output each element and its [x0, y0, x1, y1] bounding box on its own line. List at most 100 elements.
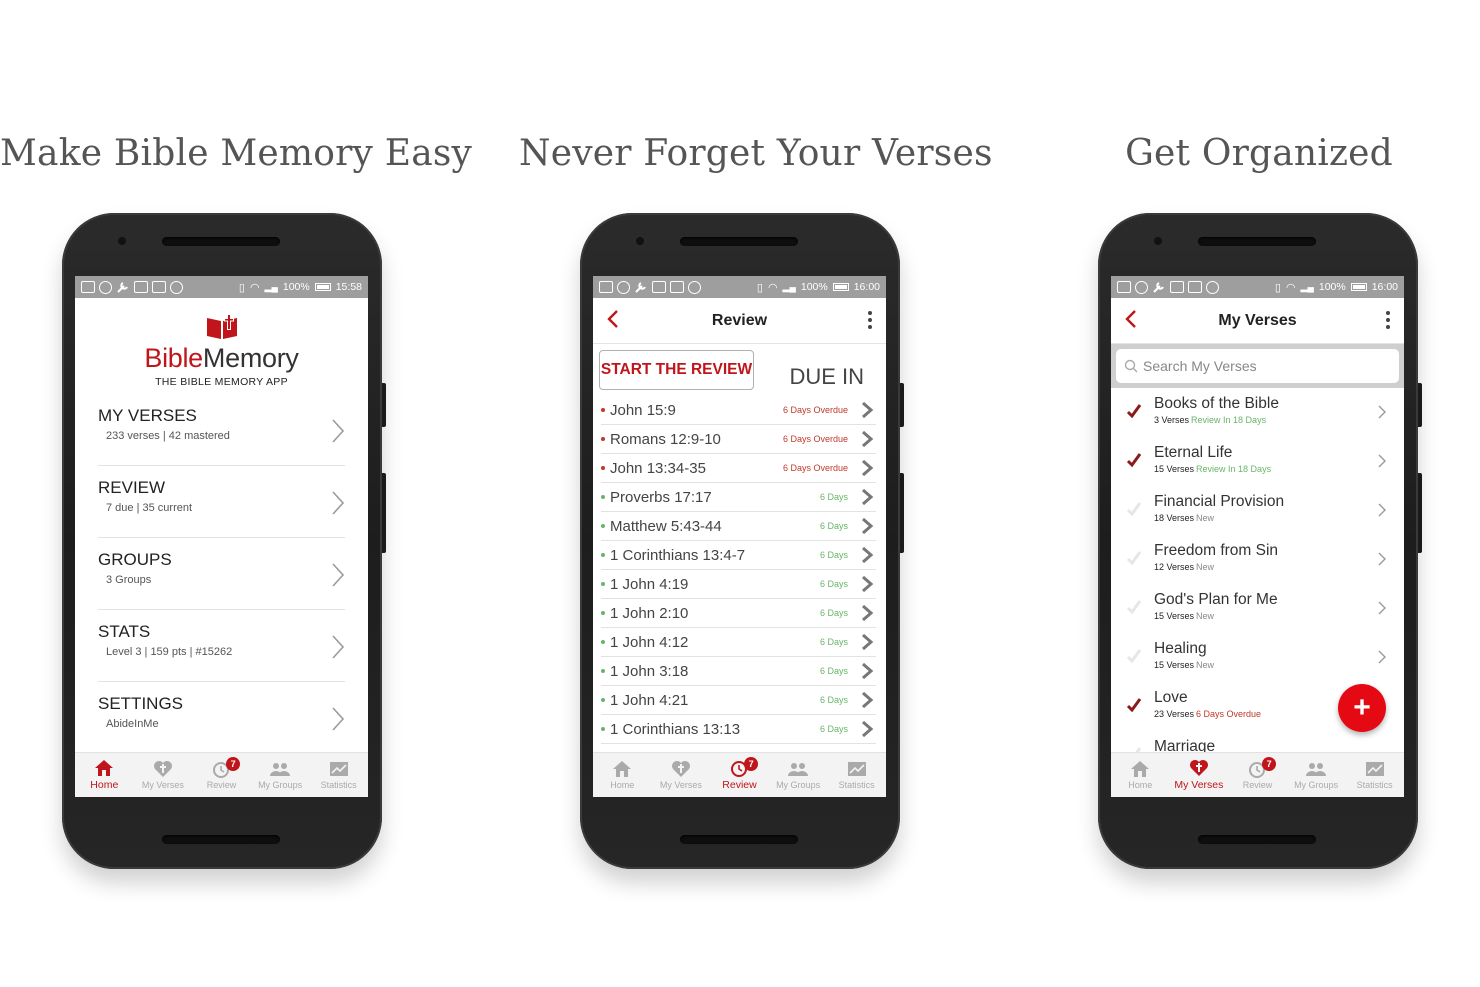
review-row[interactable]: Romans 12:9-10 6 Days Overdue: [601, 425, 876, 454]
checkmark-icon[interactable]: [1126, 403, 1142, 419]
nav-my-groups[interactable]: My Groups: [251, 753, 310, 797]
checkmark-icon[interactable]: [1126, 452, 1142, 468]
due-status: 6 Days: [819, 579, 848, 589]
page-title: Review: [711, 311, 768, 329]
verse-group-row[interactable]: Books of the Bible 3 Verses Review In 18 D…: [1111, 389, 1404, 438]
signal-icon: ▂▄: [1300, 281, 1314, 292]
nav-my-groups[interactable]: My Groups: [1287, 753, 1346, 797]
nav-review[interactable]: Review 7: [710, 753, 769, 797]
bottom-speaker: [680, 835, 798, 844]
heart-cross-icon: [670, 760, 692, 778]
nav-label: Home: [1128, 780, 1153, 790]
chevron-right-icon: [1378, 552, 1386, 566]
verse-reference: 1 John 3:18: [610, 662, 689, 680]
review-row[interactable]: 1 Corinthians 13:4-7 6 Days: [601, 541, 876, 570]
due-dot-icon: [601, 495, 605, 499]
nav-my-verses[interactable]: My Verses: [134, 753, 193, 797]
search-placeholder: Search My Verses: [1143, 358, 1257, 374]
verse-group-row[interactable]: Freedom from Sin 12 Verses New: [1111, 536, 1404, 585]
nav-home[interactable]: Home: [75, 753, 134, 797]
home-item-subtitle: 233 verses | 42 mastered: [106, 430, 230, 442]
review-row[interactable]: Matthew 5:43-44 6 Days: [601, 512, 876, 541]
verse-reference: Proverbs 17:17: [610, 488, 712, 506]
due-dot-icon: [601, 524, 605, 528]
review-row[interactable]: 1 Corinthians 13:13 6 Days: [601, 715, 876, 744]
home-icon: [93, 759, 115, 777]
home-item-groups[interactable]: GROUPS 3 Groups: [98, 538, 345, 610]
review-row[interactable]: 1 John 4:21 6 Days: [601, 686, 876, 715]
nav-review[interactable]: Review 7: [192, 753, 251, 797]
review-row[interactable]: 1 John 4:19 6 Days: [601, 570, 876, 599]
group-title: Freedom from Sin: [1154, 542, 1279, 559]
group-status: New: [1196, 562, 1215, 572]
chart-icon: [846, 760, 868, 778]
nav-label: My Verses: [141, 780, 184, 790]
badge-100-icon: [1135, 280, 1148, 294]
heart-cross-icon: [152, 760, 174, 778]
chevron-right-icon: [862, 720, 874, 738]
wifi-icon: ◠: [767, 281, 778, 294]
verse-group-row[interactable]: Eternal Life 15 Verses Review In 18 Days: [1111, 438, 1404, 487]
start-review-button[interactable]: START THE REVIEW: [599, 350, 754, 390]
page-title: My Verses: [1218, 311, 1297, 329]
chevron-right-icon: [332, 563, 345, 587]
search-input[interactable]: Search My Verses: [1116, 349, 1399, 383]
nav-home[interactable]: Home: [1111, 753, 1170, 797]
bottom-nav: Home My Verses Review 7 My Groups Statis…: [593, 752, 886, 797]
review-row[interactable]: John 15:9 6 Days Overdue: [601, 396, 876, 425]
battery-percent: 100%: [1318, 281, 1346, 293]
home-item-my-verses[interactable]: MY VERSES 233 verses | 42 mastered: [98, 394, 345, 466]
checkmark-icon[interactable]: [1126, 599, 1142, 615]
nav-my-groups[interactable]: My Groups: [769, 753, 828, 797]
nav-my-verses[interactable]: My Verses: [652, 753, 711, 797]
badge-100-icon: [617, 280, 630, 294]
review-row[interactable]: 1 John 2:10 6 Days: [601, 599, 876, 628]
battery-icon: [832, 283, 849, 291]
verse-group-row[interactable]: Healing 15 Verses New: [1111, 634, 1404, 683]
nav-label: Home: [90, 779, 119, 791]
nav-label: Review: [206, 780, 237, 790]
verse-reference: 1 John 4:21: [610, 691, 689, 709]
home-item-stats[interactable]: STATS Level 3 | 159 pts | #15262: [98, 610, 345, 682]
chevron-right-icon: [862, 575, 874, 593]
due-status: 6 Days: [819, 492, 848, 502]
front-camera: [636, 237, 644, 245]
nav-review[interactable]: Review 7: [1228, 753, 1287, 797]
checkmark-icon[interactable]: [1126, 501, 1142, 517]
review-row[interactable]: 1 John 4:12 6 Days: [601, 628, 876, 657]
group-title: Eternal Life: [1154, 444, 1233, 461]
review-badge: 7: [226, 757, 241, 771]
verse-group-row[interactable]: Financial Provision 18 Verses New: [1111, 487, 1404, 536]
review-row[interactable]: 1 John 3:18 6 Days: [601, 657, 876, 686]
review-screen: ▯ ◠ ▂▄ 100% 16:00 Review START THE REVIE…: [593, 276, 886, 797]
logo-tagline: THE BIBLE MEMORY APP: [155, 376, 288, 388]
review-badge: 7: [1262, 757, 1277, 771]
battery-icon: [1350, 283, 1367, 291]
nav-statistics[interactable]: Statistics: [1345, 753, 1404, 797]
checkmark-icon[interactable]: [1126, 648, 1142, 664]
group-title: Financial Provision: [1154, 493, 1285, 510]
back-arrow-icon[interactable]: [607, 308, 619, 336]
due-status: 6 Days Overdue: [782, 463, 848, 473]
nav-home[interactable]: Home: [593, 753, 652, 797]
signal-icon: ▂▄: [782, 281, 796, 292]
overflow-menu-icon[interactable]: [1386, 311, 1390, 332]
back-icon: [81, 281, 95, 293]
review-row[interactable]: John 13:34-35 6 Days Overdue: [601, 454, 876, 483]
search-bar: Search My Verses: [1111, 344, 1404, 388]
back-arrow-icon[interactable]: [1125, 308, 1137, 336]
review-row[interactable]: Proverbs 17:17 6 Days: [601, 483, 876, 512]
checkmark-icon[interactable]: [1126, 697, 1142, 713]
nav-statistics[interactable]: Statistics: [827, 753, 886, 797]
home-item-subtitle: AbideInMe: [106, 718, 159, 730]
add-group-button[interactable]: +: [1338, 684, 1386, 732]
nav-statistics[interactable]: Statistics: [309, 753, 368, 797]
nav-my-verses[interactable]: My Verses: [1170, 753, 1229, 797]
verse-group-row[interactable]: God's Plan for Me 15 Verses New: [1111, 585, 1404, 634]
power-button: [900, 383, 904, 427]
overflow-menu-icon[interactable]: [868, 311, 872, 332]
checkmark-icon[interactable]: [1126, 550, 1142, 566]
group-title: Healing: [1154, 640, 1207, 657]
home-item-settings[interactable]: SETTINGS AbideInMe: [98, 682, 345, 754]
home-item-review[interactable]: REVIEW 7 due | 35 current: [98, 466, 345, 538]
